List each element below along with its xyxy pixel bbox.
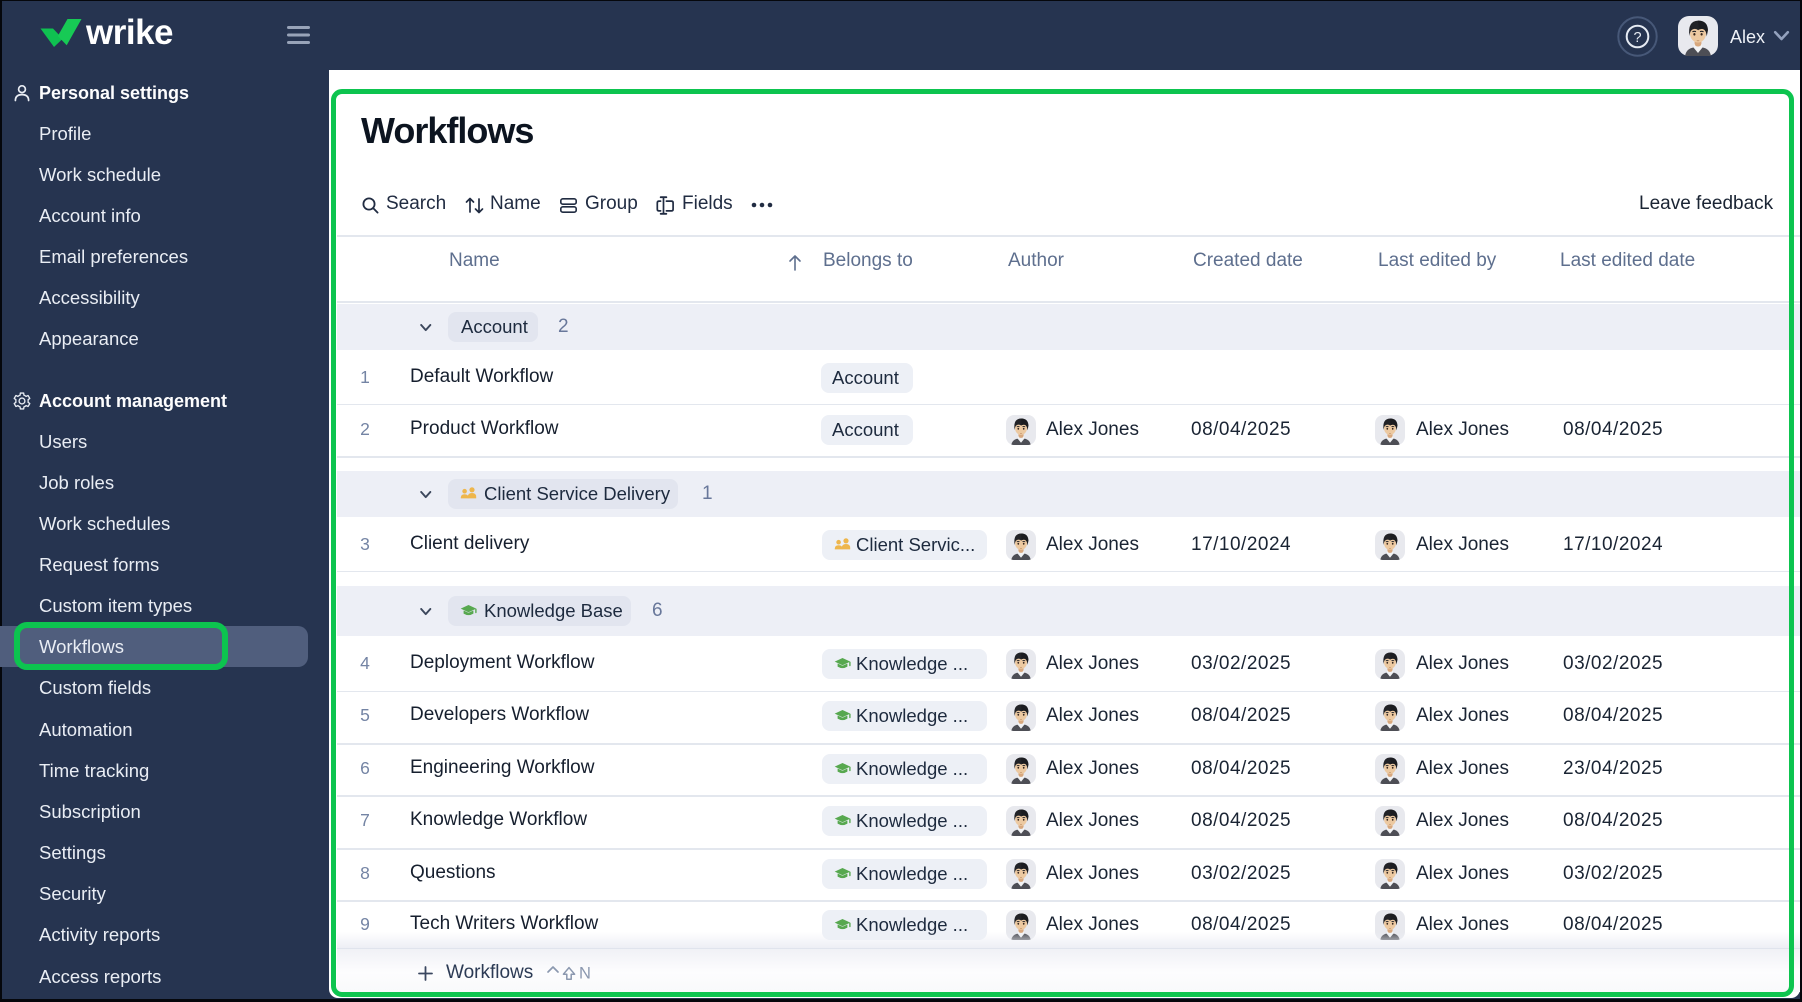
svg-text:N: N xyxy=(579,965,591,983)
svg-text:?: ? xyxy=(1633,30,1641,46)
